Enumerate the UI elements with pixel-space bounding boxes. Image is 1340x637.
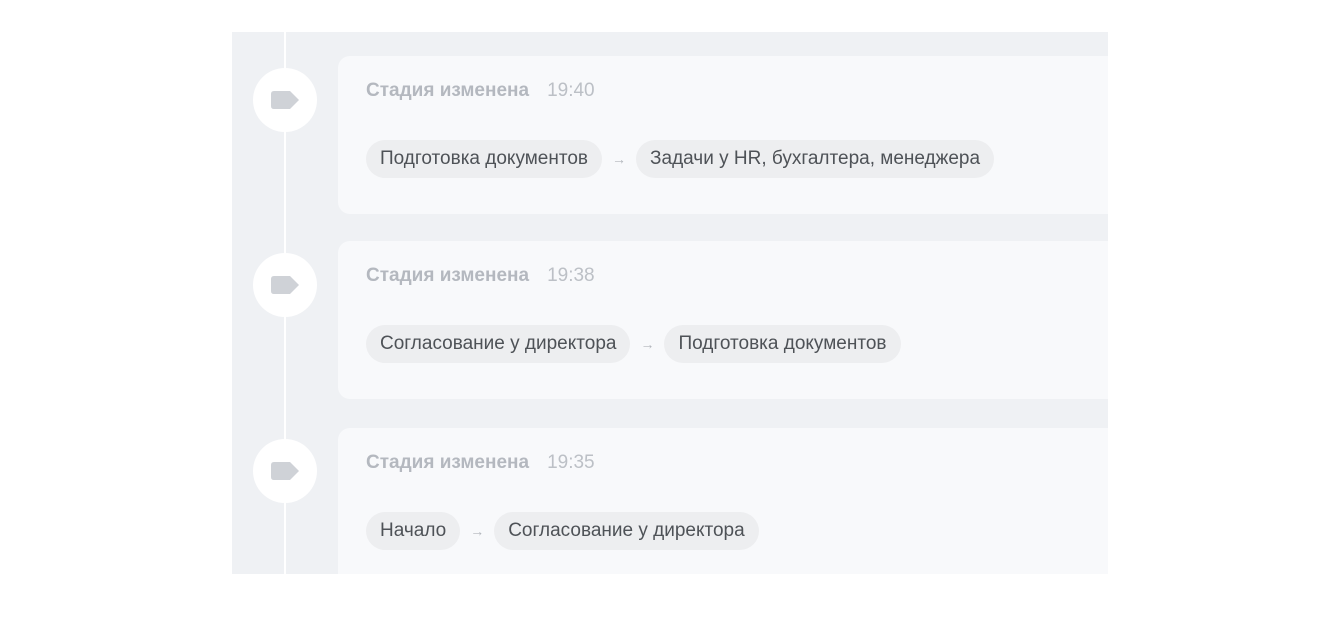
stage-transition: Согласование у директора → Подготовка до… xyxy=(366,325,901,363)
timeline-card: Стадия изменена 19:40 Подготовка докумен… xyxy=(338,56,1108,214)
card-header: Стадия изменена 19:35 xyxy=(366,452,595,474)
arrow-right-icon: → xyxy=(640,336,655,352)
event-time: 19:40 xyxy=(547,80,595,101)
from-stage-pill: Начало xyxy=(366,512,461,550)
event-time: 19:38 xyxy=(547,265,595,286)
timeline-panel: Стадия изменена 19:40 Подготовка докумен… xyxy=(232,32,1108,574)
timeline-node xyxy=(253,253,317,317)
stage-transition: Подготовка документов → Задачи у HR, бух… xyxy=(366,140,995,178)
to-stage-pill: Задачи у HR, бухгалтера, менеджера xyxy=(636,140,995,178)
tag-icon xyxy=(271,462,299,480)
tag-icon xyxy=(271,276,299,294)
to-stage-pill: Согласование у директора xyxy=(494,512,759,550)
timeline-card: Стадия изменена 19:35 Начало → Согласова… xyxy=(338,428,1108,574)
from-stage-pill: Согласование у директора xyxy=(366,325,631,363)
event-title: Стадия изменена xyxy=(366,452,530,473)
arrow-right-icon: → xyxy=(470,523,485,539)
stage-transition: Начало → Согласование у директора xyxy=(366,512,759,550)
arrow-right-icon: → xyxy=(612,151,627,167)
timeline-node xyxy=(253,68,317,132)
to-stage-pill: Подготовка документов xyxy=(664,325,901,363)
from-stage-pill: Подготовка документов xyxy=(366,140,603,178)
card-header: Стадия изменена 19:40 xyxy=(366,80,595,102)
tag-icon xyxy=(271,91,299,109)
timeline-card: Стадия изменена 19:38 Согласование у дир… xyxy=(338,241,1108,399)
timeline-node xyxy=(253,439,317,503)
event-time: 19:35 xyxy=(547,452,595,473)
event-title: Стадия изменена xyxy=(366,80,530,101)
card-header: Стадия изменена 19:38 xyxy=(366,265,595,287)
event-title: Стадия изменена xyxy=(366,265,530,286)
